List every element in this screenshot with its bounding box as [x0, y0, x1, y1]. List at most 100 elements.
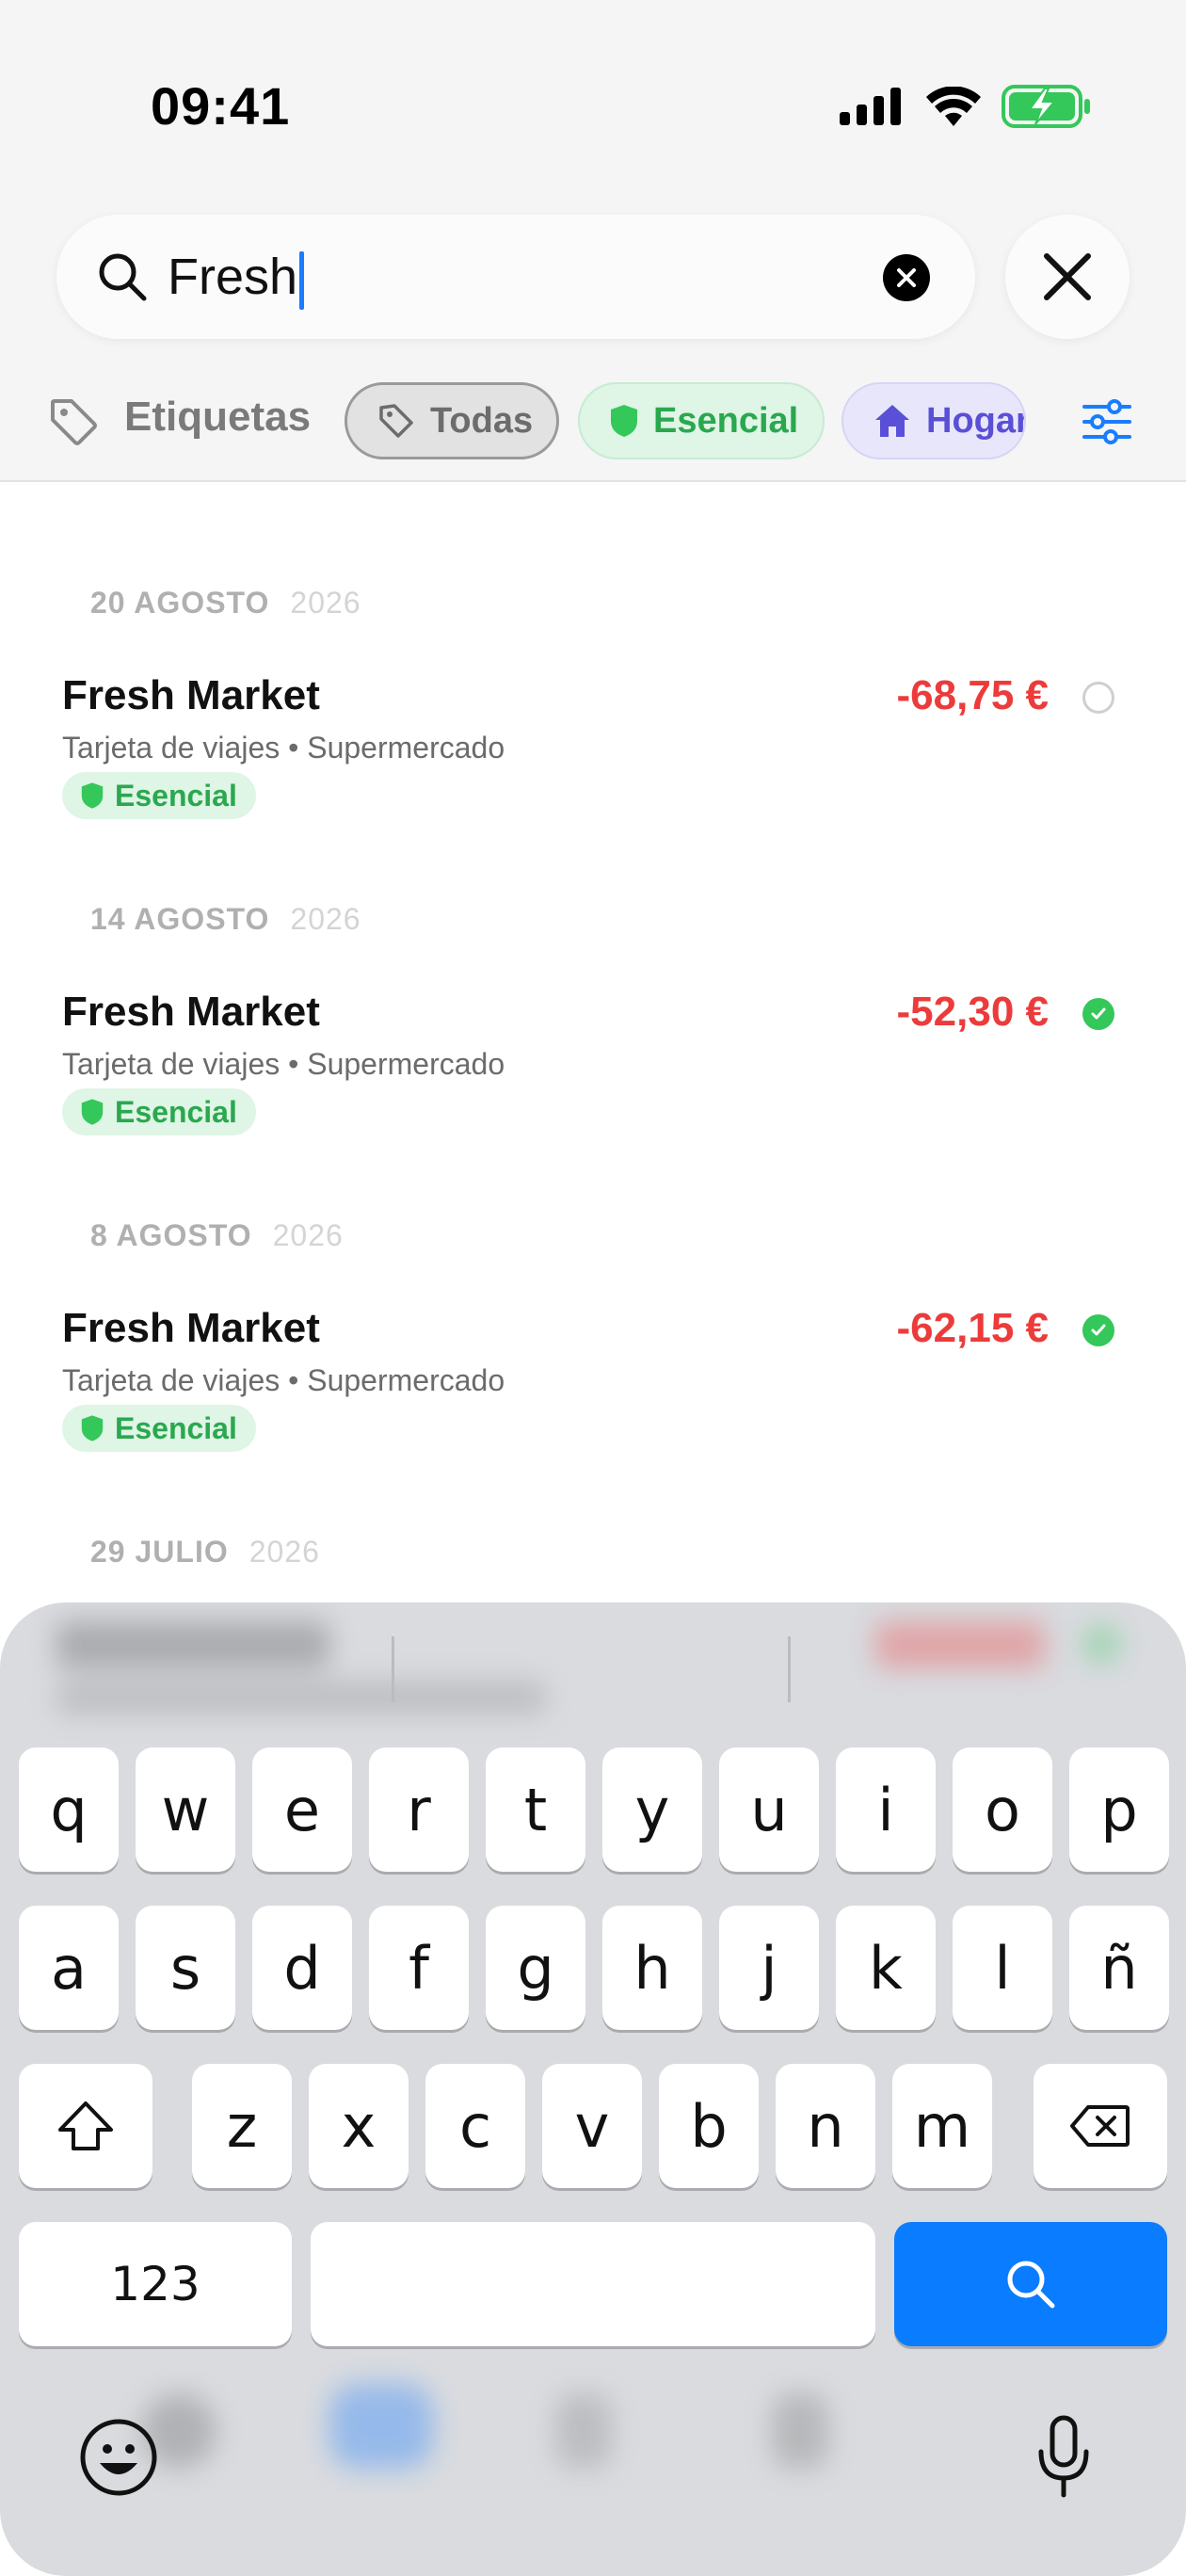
- close-icon: [1044, 253, 1091, 300]
- key-j[interactable]: j: [719, 1906, 819, 2030]
- tag-label: Esencial: [115, 778, 237, 813]
- header: 09:41 Fresh Etiquetas Todas Esencial Hog…: [0, 0, 1186, 482]
- date-header: 20 AGOSTO 2026: [90, 586, 361, 620]
- delete-key[interactable]: [1034, 2064, 1167, 2188]
- key-u[interactable]: u: [719, 1747, 819, 1872]
- chip-hogar-label: Hogar: [926, 400, 1026, 441]
- transaction-subtitle: Tarjeta de viajes • Supermercado: [62, 731, 505, 765]
- key-f[interactable]: f: [369, 1906, 469, 2030]
- key-g[interactable]: g: [486, 1906, 585, 2030]
- key-h[interactable]: h: [602, 1906, 702, 2030]
- date-header: 8 AGOSTO 2026: [90, 1218, 344, 1253]
- key-t[interactable]: t: [486, 1747, 585, 1872]
- chip-esencial[interactable]: Esencial: [578, 382, 825, 459]
- filter-sliders-icon[interactable]: [1082, 399, 1131, 444]
- status-done-icon[interactable]: [1082, 998, 1114, 1030]
- key-i[interactable]: i: [836, 1747, 936, 1872]
- house-icon: [875, 405, 909, 437]
- key-v[interactable]: v: [542, 2064, 642, 2188]
- transaction-subtitle: Tarjeta de viajes • Supermercado: [62, 1047, 505, 1081]
- transaction-amount: -52,30 €: [896, 989, 1049, 1035]
- tag-label: Esencial: [115, 1410, 237, 1445]
- search-query: Fresh: [168, 249, 298, 305]
- key-o[interactable]: o: [953, 1747, 1052, 1872]
- suggestion-divider: [392, 1636, 394, 1702]
- status-done-icon[interactable]: [1082, 1314, 1114, 1346]
- date-label: 8 AGOSTO: [90, 1218, 252, 1252]
- shift-key[interactable]: [19, 2064, 152, 2188]
- key-c[interactable]: c: [425, 2064, 525, 2188]
- key-r[interactable]: r: [369, 1747, 469, 1872]
- shift-icon: [58, 2101, 113, 2150]
- key-q[interactable]: q: [19, 1747, 119, 1872]
- tag-icon: [51, 399, 97, 445]
- keyboard: q w e r t y u i o p a s d f g h j k l ñ …: [0, 1602, 1186, 2576]
- status-pending-icon[interactable]: [1082, 682, 1114, 714]
- transaction-tag: Esencial: [62, 772, 256, 819]
- key-m[interactable]: m: [892, 2064, 992, 2188]
- suggestion-divider: [788, 1636, 791, 1702]
- transaction-tag: Esencial: [62, 1405, 256, 1452]
- key-x[interactable]: x: [309, 2064, 409, 2188]
- year-label: 2026: [272, 1218, 344, 1252]
- year-label: 2026: [248, 1535, 320, 1569]
- transaction-title: Fresh Market: [62, 672, 320, 718]
- chip-hogar[interactable]: Hogar: [841, 382, 1026, 459]
- transaction-amount: -62,15 €: [896, 1305, 1049, 1351]
- search-icon: [1007, 2261, 1055, 2309]
- transaction-amount: -68,75 €: [896, 672, 1049, 718]
- tags-label: Etiquetas: [124, 394, 312, 440]
- close-search-button[interactable]: [1005, 215, 1130, 339]
- date-label: 29 JULIO: [90, 1535, 229, 1569]
- date-header: 29 JULIO 2026: [90, 1535, 320, 1570]
- transaction-title: Fresh Market: [62, 989, 320, 1035]
- backspace-icon: [1070, 2105, 1130, 2147]
- key-n-tilde[interactable]: ñ: [1069, 1906, 1169, 2030]
- wifi-icon: [926, 87, 981, 126]
- status-icons: [840, 85, 1092, 128]
- year-label: 2026: [290, 902, 361, 936]
- key-b[interactable]: b: [659, 2064, 759, 2188]
- year-label: 2026: [290, 586, 361, 620]
- chip-all-label: Todas: [430, 400, 534, 441]
- tag-icon: [379, 404, 413, 438]
- search-input[interactable]: Fresh: [168, 243, 305, 311]
- clear-icon: [897, 268, 916, 287]
- text-caret: [299, 250, 305, 310]
- key-y[interactable]: y: [602, 1747, 702, 1872]
- search-icon: [99, 253, 147, 301]
- status-time: 09:41: [151, 76, 291, 136]
- search-field[interactable]: Fresh: [56, 215, 975, 339]
- key-n[interactable]: n: [776, 2064, 875, 2188]
- key-s[interactable]: s: [136, 1906, 235, 2030]
- key-k[interactable]: k: [836, 1906, 936, 2030]
- shield-icon: [81, 782, 104, 809]
- transaction-title: Fresh Market: [62, 1305, 320, 1351]
- chip-esencial-label: Esencial: [653, 400, 799, 441]
- key-l[interactable]: l: [953, 1906, 1052, 2030]
- signal-icon: [840, 88, 901, 125]
- key-z[interactable]: z: [192, 2064, 292, 2188]
- emoji-icon[interactable]: [79, 2418, 158, 2497]
- search-key[interactable]: [894, 2222, 1167, 2346]
- space-key[interactable]: [311, 2222, 875, 2346]
- checkmark-icon: [1091, 1007, 1106, 1020]
- key-a[interactable]: a: [19, 1906, 119, 2030]
- transaction-subtitle: Tarjeta de viajes • Supermercado: [62, 1363, 505, 1397]
- screen: 09:41 Fresh Etiquetas Todas Esencial Hog…: [0, 0, 1186, 2576]
- microphone-icon[interactable]: [1034, 2414, 1094, 2501]
- key-d[interactable]: d: [252, 1906, 352, 2030]
- date-label: 20 AGOSTO: [90, 586, 270, 620]
- key-e[interactable]: e: [252, 1747, 352, 1872]
- key-w[interactable]: w: [136, 1747, 235, 1872]
- key-p[interactable]: p: [1069, 1747, 1169, 1872]
- shield-icon: [81, 1099, 104, 1125]
- chip-all[interactable]: Todas: [345, 382, 559, 459]
- checkmark-icon: [1091, 1324, 1106, 1336]
- battery-charging-icon: [1002, 85, 1090, 128]
- shield-icon: [81, 1415, 104, 1441]
- date-header: 14 AGOSTO 2026: [90, 902, 361, 937]
- clear-search-button[interactable]: [883, 254, 930, 301]
- tag-label: Esencial: [115, 1094, 237, 1129]
- numbers-key[interactable]: 123: [19, 2222, 292, 2346]
